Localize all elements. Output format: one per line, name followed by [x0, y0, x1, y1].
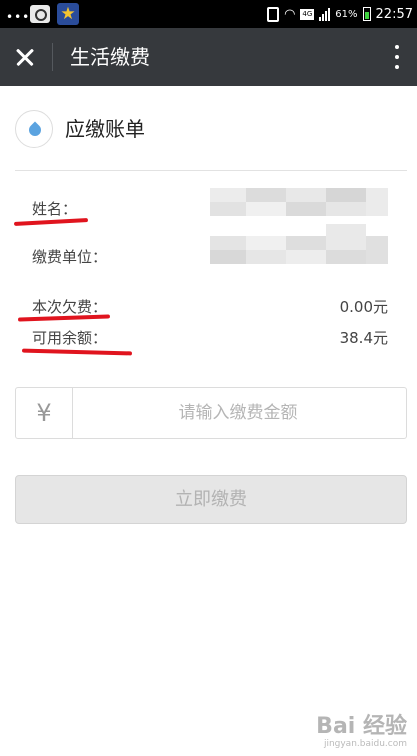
watermark-logo: Bai 经验 [316, 714, 407, 739]
title-divider [52, 43, 53, 71]
unit-row: 缴费单位： [32, 224, 388, 268]
balance-row: 可用余额： 38.4元 [32, 327, 388, 349]
unit-label: 缴费单位： [32, 248, 108, 266]
network-type: 4G [300, 8, 315, 20]
amount-input[interactable] [73, 388, 403, 438]
star-app-icon: ★ [57, 3, 79, 25]
battery-icon [362, 7, 371, 21]
camera-app-icon [30, 5, 50, 23]
water-drop-icon [15, 110, 53, 148]
arrears-value: 0.00元 [339, 298, 388, 316]
yen-icon: ¥ [16, 388, 73, 438]
annotation-underline [21, 348, 133, 356]
balance-label: 可用余额： [32, 329, 108, 347]
signal-icon [319, 7, 331, 21]
name-row: 姓名： [32, 188, 388, 220]
page-title: 生活缴费 [70, 45, 150, 69]
status-bar: ••• ★ ◠ 4G 61% 22:57 [0, 0, 417, 28]
divider [15, 170, 407, 171]
clock: 22:57 [375, 6, 413, 22]
notification-dots: ••• [6, 10, 31, 24]
battery-percent: 61% [335, 8, 358, 20]
bill-title: 应缴账单 [65, 117, 145, 141]
annotation-underline [13, 218, 89, 226]
close-icon[interactable] [10, 42, 42, 74]
status-right: ◠ 4G 61% 22:57 [267, 6, 413, 22]
wifi-icon: ◠ [284, 6, 296, 22]
main-content: 应缴账单 姓名： 缴费单位： 本次欠费： 0.00元 可用余额： 38.4元 ¥… [0, 86, 417, 756]
name-label: 姓名： [32, 200, 78, 218]
watermark: Bai 经验 jingyan.baidu.com [316, 715, 407, 750]
phone-icon [267, 6, 280, 22]
title-bar: 生活缴费 [0, 28, 417, 86]
watermark-url: jingyan.baidu.com [323, 739, 407, 749]
bill-header: 应缴账单 [15, 110, 407, 170]
amount-field: ¥ [15, 387, 407, 439]
more-vertical-icon[interactable] [389, 42, 405, 72]
pay-now-button[interactable]: 立即缴费 [15, 475, 407, 524]
balance-value: 38.4元 [339, 329, 388, 347]
